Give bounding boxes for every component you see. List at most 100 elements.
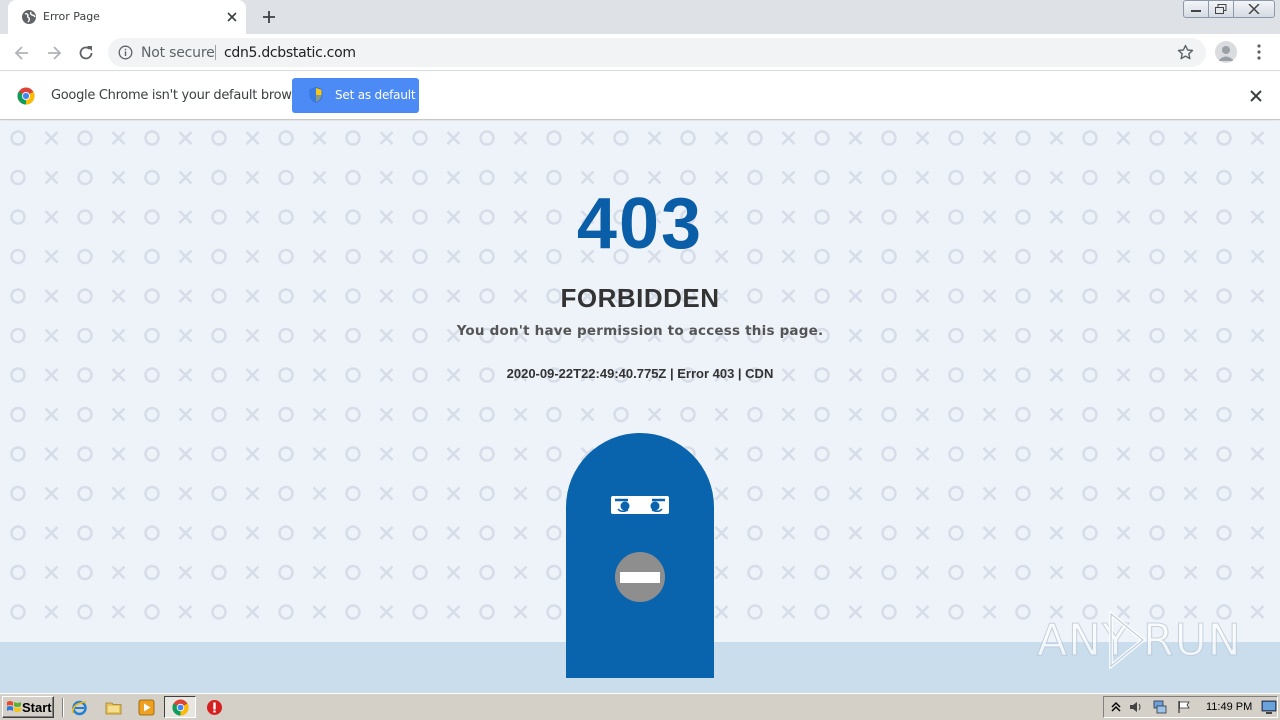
pattern-circle <box>881 564 897 581</box>
pattern-x <box>1116 565 1131 580</box>
pattern-x <box>379 526 394 540</box>
pattern-x <box>312 131 327 145</box>
pattern-circle <box>881 446 897 462</box>
pattern-x <box>245 131 260 145</box>
pattern-x <box>1250 170 1265 185</box>
pattern-circle <box>747 406 763 423</box>
browser-tab[interactable]: Error Page <box>8 0 246 34</box>
pattern-circle <box>546 406 562 423</box>
pattern-x <box>714 407 729 422</box>
close-tab-icon[interactable] <box>224 9 240 25</box>
minimize-icon <box>1191 10 1201 12</box>
pattern-x <box>245 447 260 461</box>
pattern-circle <box>948 525 964 541</box>
start-button[interactable]: Start <box>2 696 54 718</box>
pattern-circle <box>211 446 227 462</box>
infobar-close-icon[interactable] <box>1249 89 1263 103</box>
pattern-x <box>1250 447 1265 461</box>
pattern-x <box>379 407 394 422</box>
chrome-logo-icon <box>17 87 35 105</box>
pattern-circle <box>881 485 897 502</box>
address-bar[interactable]: Not secure cdn5.dcbstatic.com <box>108 38 1206 67</box>
clock[interactable]: 11:49 PM <box>1206 701 1252 713</box>
pattern-x <box>982 526 997 540</box>
pattern-circle <box>881 130 897 146</box>
error-message: You don't have permission to access this… <box>456 323 824 339</box>
set-as-default-button[interactable]: Set as default <box>292 78 419 113</box>
pattern-circle <box>1015 485 1031 502</box>
pattern-circle <box>613 130 629 146</box>
pattern-circle <box>814 406 830 423</box>
pattern-circle <box>1082 485 1098 502</box>
chrome-taskbar-button[interactable] <box>164 696 196 718</box>
network-icon[interactable] <box>1153 700 1167 714</box>
pattern-x <box>111 605 126 619</box>
pattern-x <box>178 170 193 185</box>
reload-icon[interactable] <box>76 43 96 63</box>
pattern-circle <box>1216 564 1232 581</box>
pattern-x <box>111 170 126 185</box>
pattern-circle <box>278 485 294 502</box>
stop-icon[interactable] <box>206 699 223 716</box>
pattern-x <box>647 407 662 422</box>
profile-avatar[interactable] <box>1215 41 1237 63</box>
pattern-circle <box>77 525 93 541</box>
pattern-x <box>111 526 126 540</box>
show-desktop-icon[interactable] <box>1261 699 1277 715</box>
pattern-circle <box>479 564 495 581</box>
pattern-x <box>513 447 528 461</box>
pattern-x <box>915 407 930 422</box>
info-icon[interactable] <box>118 45 133 60</box>
new-tab-plus-icon[interactable] <box>260 8 278 26</box>
windows-flag-icon <box>7 701 21 712</box>
pattern-x <box>379 131 394 145</box>
back-arrow-icon[interactable] <box>12 43 32 63</box>
pattern-circle <box>747 446 763 462</box>
pattern-x <box>446 170 461 185</box>
pattern-x <box>1049 407 1064 422</box>
window-close-button[interactable] <box>1233 0 1275 18</box>
infobar-message: Google Chrome isn't your default browser <box>51 88 311 103</box>
pattern-circle <box>211 130 227 146</box>
pattern-x <box>312 447 327 461</box>
minimize-button[interactable] <box>1183 0 1209 18</box>
pattern-x <box>915 605 930 619</box>
pattern-circle <box>1149 564 1165 581</box>
pattern-x <box>446 447 461 461</box>
bookmark-star-icon[interactable] <box>1177 44 1194 61</box>
pattern-x <box>848 486 863 501</box>
folder-icon[interactable] <box>105 699 122 716</box>
pattern-circle <box>479 406 495 423</box>
media-player-icon[interactable] <box>138 699 155 716</box>
kebab-menu-icon[interactable] <box>1251 43 1267 61</box>
pattern-x <box>1183 407 1198 422</box>
restore-icon <box>1215 4 1227 14</box>
chevron-up-icon[interactable] <box>1109 700 1123 714</box>
pattern-x <box>513 486 528 501</box>
pattern-circle <box>747 525 763 541</box>
pattern-x <box>848 526 863 540</box>
forward-arrow-icon[interactable] <box>44 43 64 63</box>
pattern-circle <box>345 130 361 146</box>
pattern-x <box>1183 486 1198 501</box>
pattern-x <box>312 407 327 422</box>
internet-explorer-icon[interactable] <box>71 699 88 716</box>
pattern-x <box>1250 131 1265 145</box>
security-label[interactable]: Not secure <box>141 45 215 61</box>
pattern-x <box>178 131 193 145</box>
pattern-circle <box>211 525 227 541</box>
url-text[interactable]: cdn5.dcbstatic.com <box>224 45 356 61</box>
pattern-x <box>781 447 796 461</box>
pattern-x <box>513 605 528 619</box>
pattern-circle <box>144 446 160 462</box>
pattern-circle <box>77 564 93 581</box>
flag-icon[interactable] <box>1177 700 1191 714</box>
pattern-x <box>44 565 59 580</box>
start-label: Start <box>22 700 52 715</box>
speaker-icon[interactable] <box>1129 700 1143 714</box>
pattern-x <box>1116 526 1131 540</box>
pattern-circle <box>345 604 361 620</box>
restore-button[interactable] <box>1208 0 1234 18</box>
pattern-circle <box>412 564 428 581</box>
pattern-circle <box>412 446 428 462</box>
